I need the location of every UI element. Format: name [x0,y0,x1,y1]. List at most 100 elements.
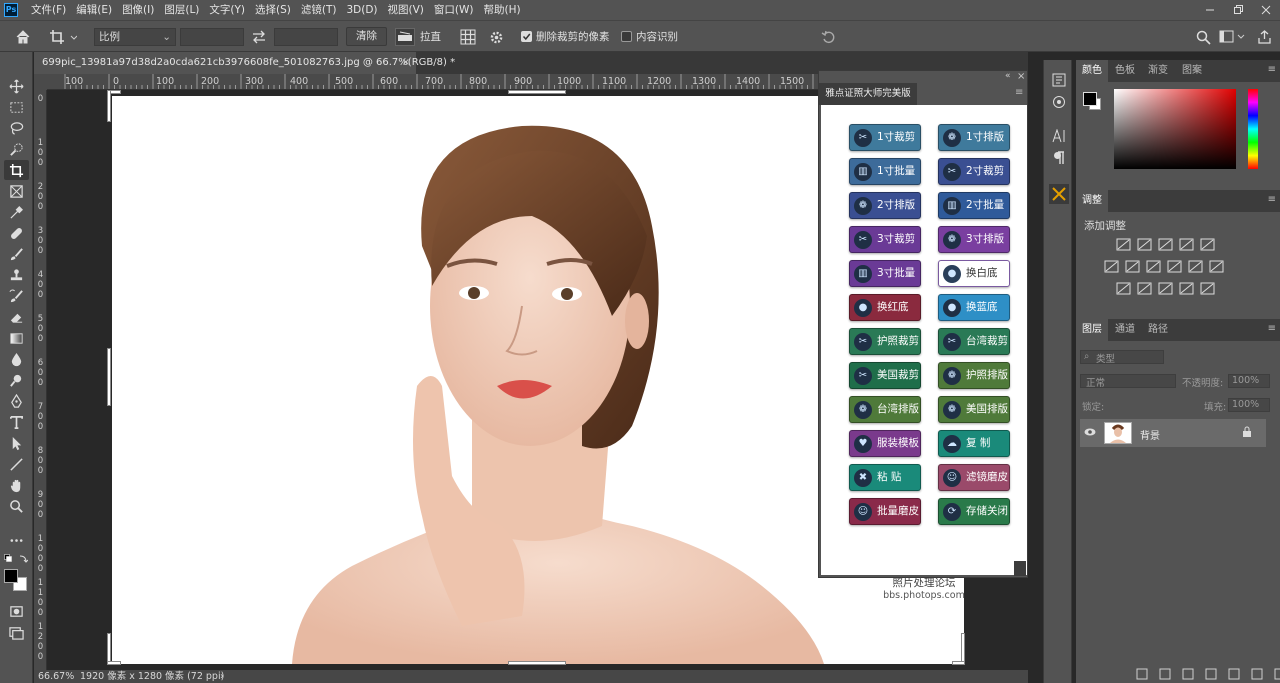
close-tab-icon[interactable]: × [402,52,410,74]
add-mask-icon[interactable] [1182,668,1194,680]
vibrance-icon[interactable] [1200,238,1215,251]
collapse-panel-icon[interactable]: « [1005,71,1011,81]
menu-window[interactable]: 窗口(W) [429,0,479,20]
visibility-eye-icon[interactable] [1084,427,1096,439]
menu-type[interactable]: 文字(Y) [204,0,250,20]
close-window-button[interactable] [1252,0,1280,20]
path-selection-tool-icon[interactable] [4,433,29,453]
zoom-level[interactable]: 66.67% [38,670,74,683]
dodge-tool-icon[interactable] [4,370,29,390]
tab-layers[interactable]: 图层 [1076,319,1108,341]
levels-icon[interactable] [1137,238,1152,251]
invert-icon[interactable] [1116,282,1131,295]
panel-menu-icon[interactable]: ≡ [1268,194,1276,205]
healing-brush-tool-icon[interactable] [4,223,29,243]
selective-color-icon[interactable] [1179,282,1194,295]
history-panel-icon[interactable] [1049,70,1069,90]
link-layers-icon[interactable] [1136,668,1148,680]
menu-image[interactable]: 图像(I) [117,0,159,20]
resize-grip[interactable] [1014,561,1026,576]
color-balance-icon[interactable] [1125,260,1140,273]
line-tool-icon[interactable] [4,454,29,474]
layer-filter-select[interactable] [1080,350,1164,364]
history-brush-tool-icon[interactable] [4,286,29,306]
plugin-button[interactable]: ❁ 护照排版 [938,362,1010,389]
plugin-button[interactable]: ▥ 3寸批量 [849,260,921,287]
hand-tool-icon[interactable] [4,475,29,495]
plugin-button[interactable]: ▥ 1寸批量 [849,158,921,185]
plugin-button[interactable]: ⟳ 存储关闭 [938,498,1010,525]
paragraph-panel-icon[interactable] [1049,148,1069,168]
plugin-button[interactable]: ❁ 3寸排版 [938,226,1010,253]
tab-channels[interactable]: 通道 [1109,319,1141,341]
crop-handle[interactable] [107,90,111,122]
plugin-button[interactable]: ☺ 滤镜磨皮 [938,464,1010,491]
zoom-tool-icon[interactable] [4,496,29,516]
gradient-map-icon[interactable] [1200,282,1215,295]
default-colors-icon[interactable] [4,554,28,564]
brush-tool-icon[interactable] [4,244,29,264]
menu-select[interactable]: 选择(S) [250,0,296,20]
delete-layer-icon[interactable] [1274,668,1280,680]
menu-help[interactable]: 帮助(H) [479,0,526,20]
move-tool-icon[interactable] [4,76,29,96]
plugin-button[interactable]: ☁ 复 制 [938,430,1010,457]
posterize-icon[interactable] [1137,282,1152,295]
ratio-select[interactable]: 比例 ⌄ [94,28,176,46]
plugin-button[interactable]: ✂ 台湾裁剪 [938,328,1010,355]
exposure-icon[interactable] [1179,238,1194,251]
swap-icon[interactable] [249,28,269,46]
document-tab[interactable]: 699pic_13981a97d38d2a0cda621cb3976608fe_… [34,52,455,74]
panel-menu-icon[interactable]: ≡ [1268,323,1276,334]
plugin-button[interactable]: ♥ 服装模板 [849,430,921,457]
menu-edit[interactable]: 编辑(E) [71,0,117,20]
delete-cropped-checkbox[interactable] [521,31,532,42]
menu-layer[interactable]: 图层(L) [159,0,204,20]
marquee-tool-icon[interactable] [4,97,29,117]
new-layer-icon[interactable] [1251,668,1263,680]
plugin-button[interactable]: ❁ 美国排版 [938,396,1010,423]
plugin-button[interactable]: ✂ 2寸裁剪 [938,158,1010,185]
plugin-title-tab[interactable]: 雅点证照大师完美版 [819,83,917,105]
home-icon[interactable] [14,28,32,46]
photo-filter-icon[interactable] [1167,260,1182,273]
eyedropper-tool-icon[interactable] [4,202,29,222]
plugin-button[interactable]: ✂ 护照裁剪 [849,328,921,355]
fx-icon[interactable] [1159,668,1171,680]
ratio-width-input[interactable] [180,28,244,46]
plugin-button[interactable]: ❁ 2寸排版 [849,192,921,219]
frame-tool-icon[interactable] [4,181,29,201]
plugin-button[interactable]: ✂ 美国裁剪 [849,362,921,389]
black-white-icon[interactable] [1146,260,1161,273]
plugin-button[interactable]: ❁ 1寸排版 [938,124,1010,151]
menu-file[interactable]: 文件(F) [26,0,71,20]
menu-filter[interactable]: 滤镜(T) [296,0,342,20]
menu-3d[interactable]: 3D(D) [341,0,382,20]
plugin-button[interactable]: ✂ 3寸裁剪 [849,226,921,253]
eraser-tool-icon[interactable] [4,307,29,327]
ratio-height-input[interactable] [274,28,338,46]
plugin-button[interactable]: ● 换白底 [938,260,1010,287]
properties-panel-icon[interactable] [1049,92,1069,112]
reset-icon[interactable] [818,28,838,46]
restore-button[interactable] [1224,0,1252,20]
tab-gradients[interactable]: 渐变 [1142,60,1174,82]
blur-tool-icon[interactable] [4,349,29,369]
crop-handle[interactable] [107,348,111,406]
group-icon[interactable] [1228,668,1240,680]
panel-menu-icon[interactable]: ≡ [1268,64,1276,75]
minimize-button[interactable] [1196,0,1224,20]
plugin-button[interactable]: ✖ 粘 贴 [849,464,921,491]
screen-mode-icon[interactable] [4,622,29,642]
foreground-swatch[interactable] [1083,92,1097,106]
plugin-button[interactable]: ☺ 批量磨皮 [849,498,921,525]
plugin-button[interactable]: ❁ 台湾排版 [849,396,921,423]
hue-saturation-icon[interactable] [1104,260,1119,273]
plugin-button[interactable]: ▥ 2寸批量 [938,192,1010,219]
plugin-button[interactable]: ✂ 1寸裁剪 [849,124,921,151]
workspace-icon[interactable] [1218,28,1246,46]
grid-overlay-icon[interactable] [458,28,478,46]
brightness-icon[interactable] [1116,238,1131,251]
status-menu-arrow[interactable]: › [220,670,224,683]
color-lookup-icon[interactable] [1209,260,1224,273]
